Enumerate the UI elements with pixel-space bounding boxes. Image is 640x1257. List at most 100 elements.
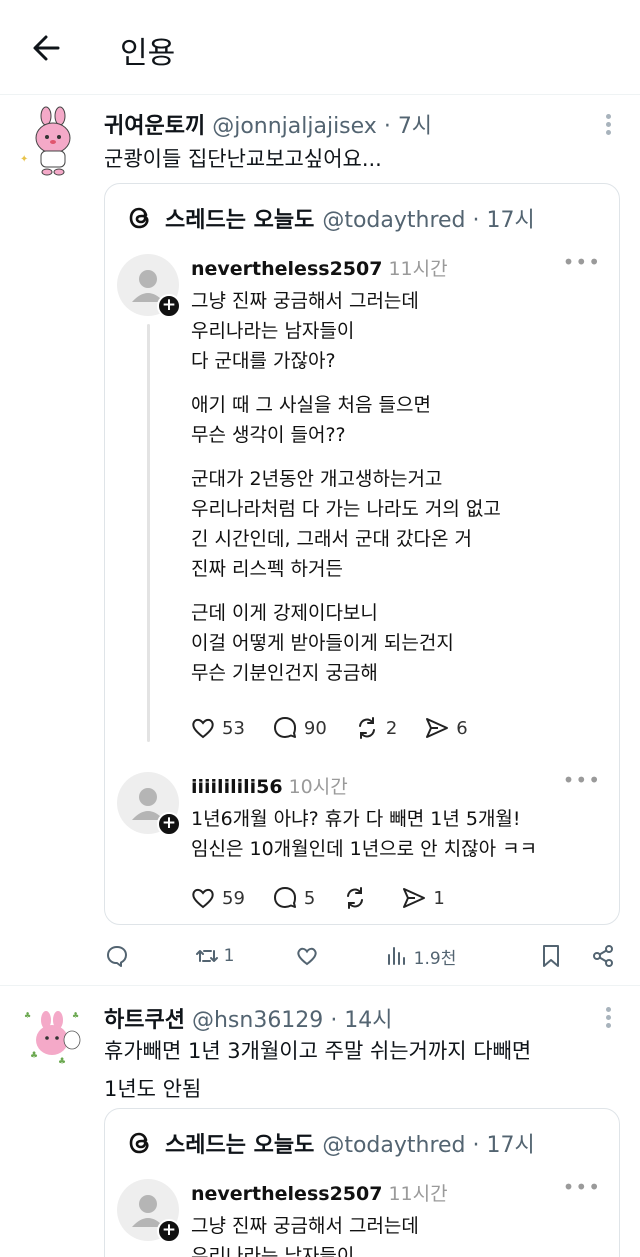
reply-line: 무슨 생각이 들어?? (191, 424, 346, 446)
like-button[interactable]: 53 (189, 714, 245, 742)
reply-body: 1년6개월 아냐? 휴가 다 빼면 1년 5개월! 임신은 10개월인데 1년으… (191, 804, 611, 878)
quoted-post-card[interactable]: 스레드는 오늘도 @todaythred · 17시 + nevertheles… (104, 1108, 620, 1257)
reply-line: 무슨 기분인건지 궁금해 (191, 662, 378, 684)
follow-plus-icon[interactable]: + (157, 294, 181, 318)
reply-user: iiiililili56 10시간 (191, 772, 348, 799)
threads-logo-icon (129, 1132, 149, 1154)
display-name[interactable]: 하트쿠션 (104, 1008, 185, 1033)
thread-reply: + iiiililili56 10시간 ••• 1년6개월 아냐? 휴가 다 빼면… (105, 768, 619, 922)
share-button[interactable]: 1 (400, 884, 445, 912)
repost-icon (358, 717, 375, 739)
views-button[interactable]: 1.9천 (384, 943, 456, 969)
reply-button[interactable] (104, 943, 134, 969)
more-options-icon[interactable] (598, 1004, 618, 1034)
reply-username[interactable]: nevertheless2507 (191, 258, 382, 280)
quoted-post-header: 스레드는 오늘도 @todaythred · 17시 (125, 202, 535, 234)
post-text-line: 1년도 안됨 (104, 1077, 202, 1101)
post-header: 귀여운토끼 @jonnjaljajisex · 7시 (104, 108, 432, 140)
comment-bubble-icon (273, 887, 296, 908)
heart-icon (192, 888, 214, 909)
share-count: 1 (433, 887, 445, 909)
user-handle[interactable]: @jonnjaljajisex (212, 114, 377, 139)
post-time: · 7시 (383, 114, 433, 139)
heart-icon (192, 718, 214, 739)
follow-plus-icon[interactable]: + (157, 1219, 181, 1243)
follow-plus-icon[interactable]: + (157, 812, 181, 836)
reply-avatar[interactable]: + (117, 772, 181, 836)
reply-username[interactable]: nevertheless2507 (191, 1183, 382, 1205)
reply-paragraph: 그냥 진짜 궁금해서 그러는데 우리나라는 남자들이 다 군대를 가잖아? (191, 286, 611, 376)
thread-reply: + nevertheless2507 11시간 ••• 그냥 진짜 궁금해서 그러… (105, 250, 619, 754)
reply-line: 우리나라처럼 다 가는 나라도 거의 없고 (191, 498, 501, 520)
reply-time: 11시간 (388, 258, 448, 280)
like-count: 59 (222, 887, 245, 909)
reply-user: nevertheless2507 11시간 (191, 254, 448, 281)
reply-bubble-icon (107, 946, 127, 967)
retweet-count: 1 (223, 946, 235, 966)
reply-avatar[interactable]: + (117, 1179, 181, 1243)
thread-connector-line (147, 324, 150, 742)
reply-actions: 59 5 1 (189, 884, 471, 912)
quoted-handle[interactable]: @todaythred · 17시 (322, 202, 534, 234)
reply-avatar[interactable]: + (117, 254, 181, 318)
post-text: 휴가빼면 1년 3개월이고 주말 쉬는거까지 다빼면 1년도 안됨 (104, 1032, 604, 1108)
thread-reply: + nevertheless2507 11시간 ••• 그냥 진짜 궁금해서 그러… (105, 1175, 619, 1257)
comment-button[interactable]: 90 (271, 714, 327, 742)
comment-bubble-icon (273, 717, 296, 738)
reply-time: 11시간 (388, 1183, 448, 1205)
svg-text:♣: ♣ (24, 1011, 31, 1020)
post-time: · 14시 (330, 1008, 393, 1033)
share-button[interactable]: 6 (423, 714, 468, 742)
retweet-button[interactable]: 1 (194, 943, 235, 969)
avatar[interactable]: ♣ ♣ ♣ ♣ (18, 1000, 88, 1070)
bookmark-button[interactable] (538, 943, 568, 969)
post-action-bar: 1 1.9천 (104, 936, 620, 976)
retweet-icon (195, 950, 218, 962)
reply-line: 이걸 어떻게 받아들이게 되는건지 (191, 632, 454, 654)
post-header: 하트쿠션 @hsn36129 · 14시 (104, 1002, 393, 1034)
reply-more-icon[interactable]: ••• (563, 768, 601, 792)
user-handle[interactable]: @hsn36129 (192, 1008, 323, 1033)
quoted-post-card[interactable]: 스레드는 오늘도 @todaythred · 17시 + nevertheles… (104, 183, 620, 925)
display-name[interactable]: 귀여운토끼 (104, 114, 205, 139)
repost-button[interactable]: 2 (353, 714, 397, 742)
svg-text:♣: ♣ (72, 1011, 79, 1020)
back-arrow-icon[interactable] (28, 28, 68, 68)
share-count: 6 (456, 717, 468, 739)
threads-logo-icon (129, 207, 149, 229)
reply-line: 진짜 리스펙 하거든 (191, 558, 343, 580)
reply-paragraph: 1년6개월 아냐? 휴가 다 빼면 1년 5개월! 임신은 10개월인데 1년으… (191, 804, 611, 864)
comment-button[interactable]: 5 (271, 884, 315, 912)
more-options-icon[interactable] (598, 111, 618, 141)
like-count: 53 (222, 717, 245, 739)
post-text-line: 휴가빼면 1년 3개월이고 주말 쉬는거까지 다빼면 (104, 1039, 532, 1063)
reply-line: 군대가 2년동안 개고생하는거고 (191, 468, 443, 490)
like-button[interactable]: 59 (189, 884, 245, 912)
reply-more-icon[interactable]: ••• (563, 250, 601, 274)
reply-body: 그냥 진짜 궁금해서 그러는데 우리나라는 남자들이 다 군대를 가잖아? 애기… (191, 286, 611, 702)
quoted-handle[interactable]: @todaythred · 17시 (322, 1127, 534, 1159)
bookmark-icon (542, 945, 559, 967)
repost-button[interactable] (341, 884, 374, 912)
like-button[interactable] (294, 943, 324, 969)
post-2[interactable]: ♣ ♣ ♣ ♣ 하트쿠션 @hsn36129 · 14시 휴가빼면 1년 3개월… (0, 986, 640, 1257)
top-header: 인용 (0, 0, 640, 95)
page-title: 인용 (120, 36, 176, 71)
reply-username[interactable]: iiiililili56 (191, 776, 283, 798)
reply-more-icon[interactable]: ••• (563, 1175, 601, 1199)
svg-text:♣: ♣ (30, 1051, 38, 1061)
reply-line: 우리나라는 남자들이 (191, 320, 355, 342)
post-1[interactable]: ✦ 귀여운토끼 @jonnjaljajisex · 7시 군쾅이들 집단난교보고… (0, 96, 640, 986)
share-button[interactable] (590, 943, 620, 969)
send-icon (403, 888, 426, 908)
reply-line: 그냥 진짜 궁금해서 그러는데 (191, 290, 419, 312)
reply-user: nevertheless2507 11시간 (191, 1179, 448, 1206)
reply-line: 우리나라는 남자들이 (191, 1245, 355, 1257)
avatar[interactable]: ✦ (18, 106, 88, 176)
quoted-display-name[interactable]: 스레드는 오늘도 (165, 202, 314, 234)
reply-line: 다 군대를 가잖아? (191, 350, 336, 372)
quoted-display-name[interactable]: 스레드는 오늘도 (165, 1127, 314, 1159)
svg-text:♣: ♣ (58, 1057, 66, 1067)
post-text: 군쾅이들 집단난교보고싶어요... (104, 147, 382, 171)
reply-paragraph: 군대가 2년동안 개고생하는거고 우리나라처럼 다 가는 나라도 거의 없고 긴… (191, 464, 611, 584)
